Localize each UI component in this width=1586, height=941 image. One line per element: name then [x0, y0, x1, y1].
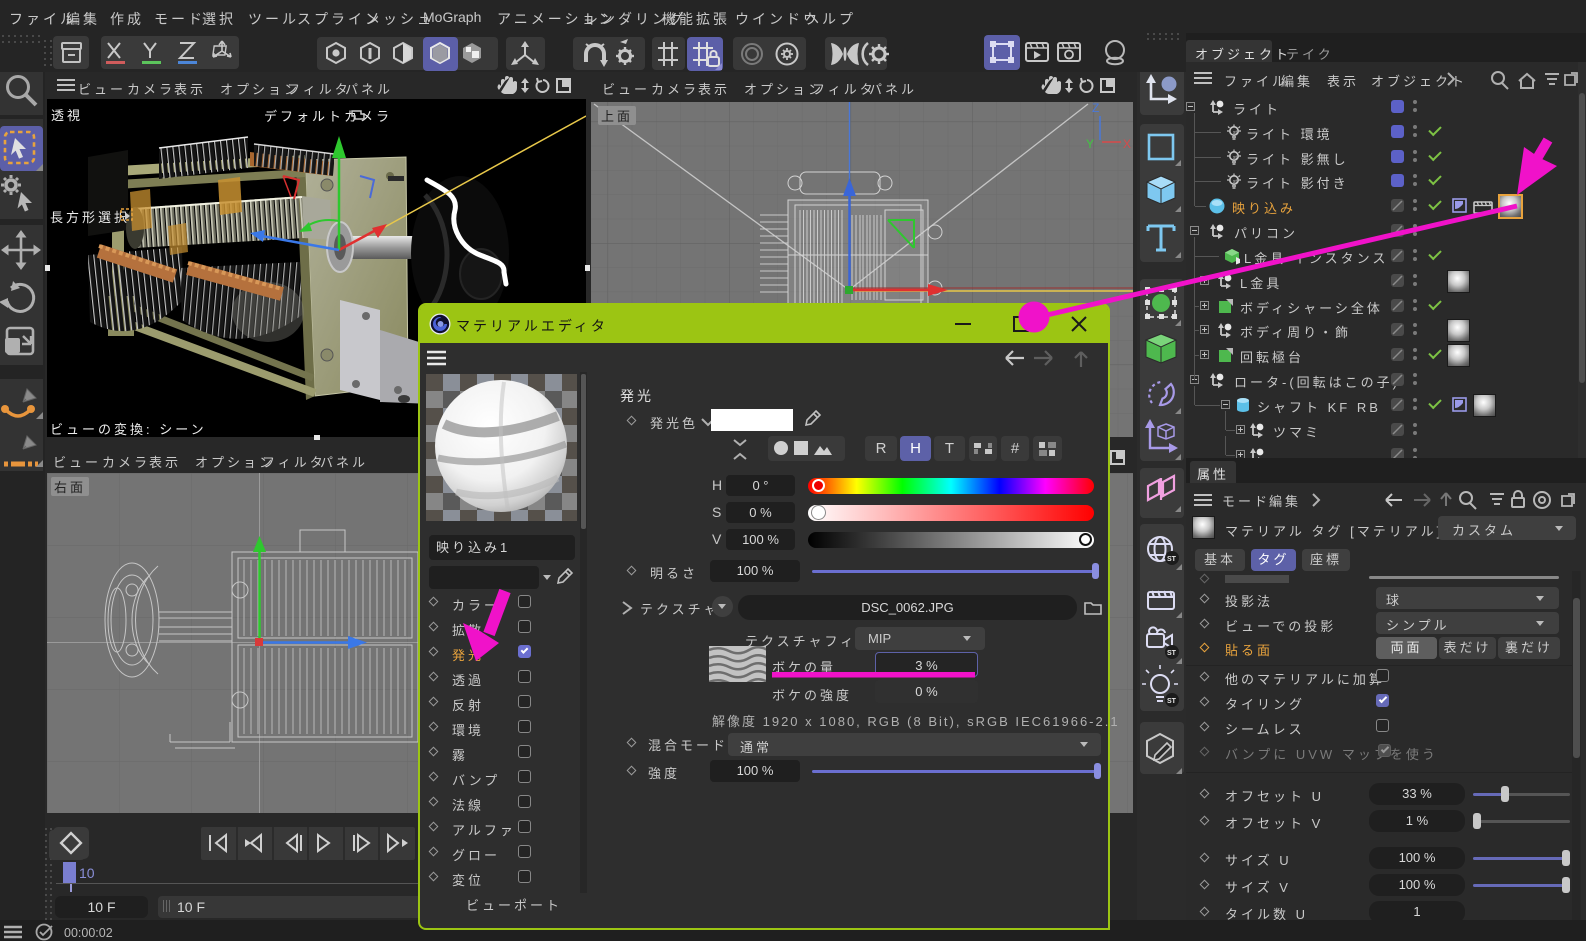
svg-text:ST: ST [1167, 698, 1177, 705]
svg-text:Y: Y [1086, 137, 1094, 151]
svg-text:X: X [1123, 137, 1131, 151]
svg-text:st: st [1233, 155, 1238, 161]
svg-text:st: st [1233, 130, 1238, 136]
svg-text:ST: ST [1167, 556, 1177, 563]
svg-text:ST: ST [1167, 650, 1177, 657]
svg-text:Z: Z [1092, 102, 1099, 115]
svg-text:st: st [1233, 179, 1238, 185]
